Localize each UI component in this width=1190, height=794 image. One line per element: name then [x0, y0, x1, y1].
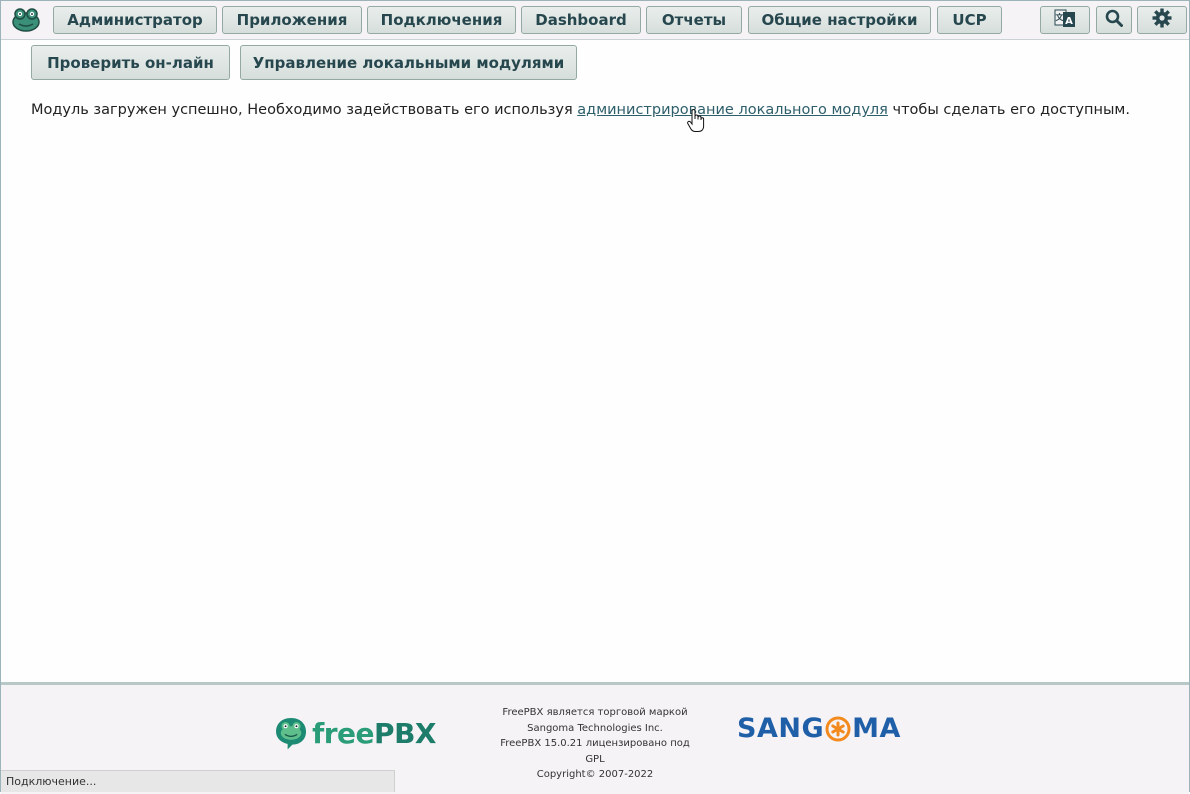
message-text-before: Модуль загружен успешно, Необходимо заде…: [31, 102, 578, 118]
status-message: Модуль загружен успешно, Необходимо заде…: [31, 102, 1130, 118]
hand-cursor-icon: [687, 108, 705, 133]
nav-settings[interactable]: Общие настройки: [748, 6, 931, 34]
sangoma-logo[interactable]: SANG MA: [737, 713, 901, 744]
status-text: Подключение...: [6, 775, 97, 788]
search-button[interactable]: [1096, 6, 1132, 34]
sangoma-brand-part-1: SANG: [737, 713, 825, 744]
freepbx-logo[interactable]: freePBX: [274, 707, 436, 759]
freepbx-brand-pbx: PBX: [374, 716, 436, 750]
local-module-admin-link[interactable]: администрирование локального модуля: [577, 102, 888, 118]
search-icon: [1105, 9, 1123, 31]
legal-line-2: Sangoma Technologies Inc.: [527, 722, 663, 734]
sangoma-brand-part-2: MA: [852, 713, 901, 744]
nav-ucp[interactable]: UCP: [937, 6, 1002, 34]
nav-dashboard[interactable]: Dashboard: [521, 6, 641, 34]
legal-line-4: GPL: [585, 753, 605, 765]
footer-legal-text: FreePBX является торговой маркой Sangoma…: [483, 705, 707, 783]
legal-line-1: FreePBX является торговой маркой: [502, 707, 688, 718]
gear-icon: [1152, 8, 1172, 32]
message-text-after: чтобы сделать его доступным.: [887, 102, 1130, 118]
nav-reports[interactable]: Отчеты: [646, 6, 742, 34]
settings-button[interactable]: [1137, 6, 1187, 34]
app-window: Администратор Приложения Подключения Das…: [0, 0, 1190, 794]
browser-status-bar: Подключение...: [1, 770, 395, 792]
freepbx-frog-icon: [276, 718, 307, 750]
check-online-button[interactable]: Проверить он-лайн: [31, 45, 230, 80]
freepbx-home-logo-icon[interactable]: [10, 6, 42, 34]
svg-text:A: A: [1065, 16, 1073, 27]
translate-icon: A 文: [1054, 8, 1076, 32]
sangoma-asterisk-icon: [825, 716, 851, 741]
legal-line-3: FreePBX 15.0.21 лицензировано под: [500, 738, 690, 750]
top-navbar: Администратор Приложения Подключения Das…: [1, 1, 1189, 40]
freepbx-brand-free: free: [312, 716, 375, 750]
nav-applications[interactable]: Приложения: [222, 6, 362, 34]
manage-local-modules-button[interactable]: Управление локальными модулями: [240, 45, 577, 80]
language-button[interactable]: A 文: [1040, 6, 1090, 34]
nav-connectivity[interactable]: Подключения: [367, 6, 516, 34]
nav-admin[interactable]: Администратор: [53, 6, 217, 34]
legal-line-5: Copyright© 2007-2022: [536, 769, 654, 781]
svg-text:文: 文: [1056, 12, 1065, 22]
